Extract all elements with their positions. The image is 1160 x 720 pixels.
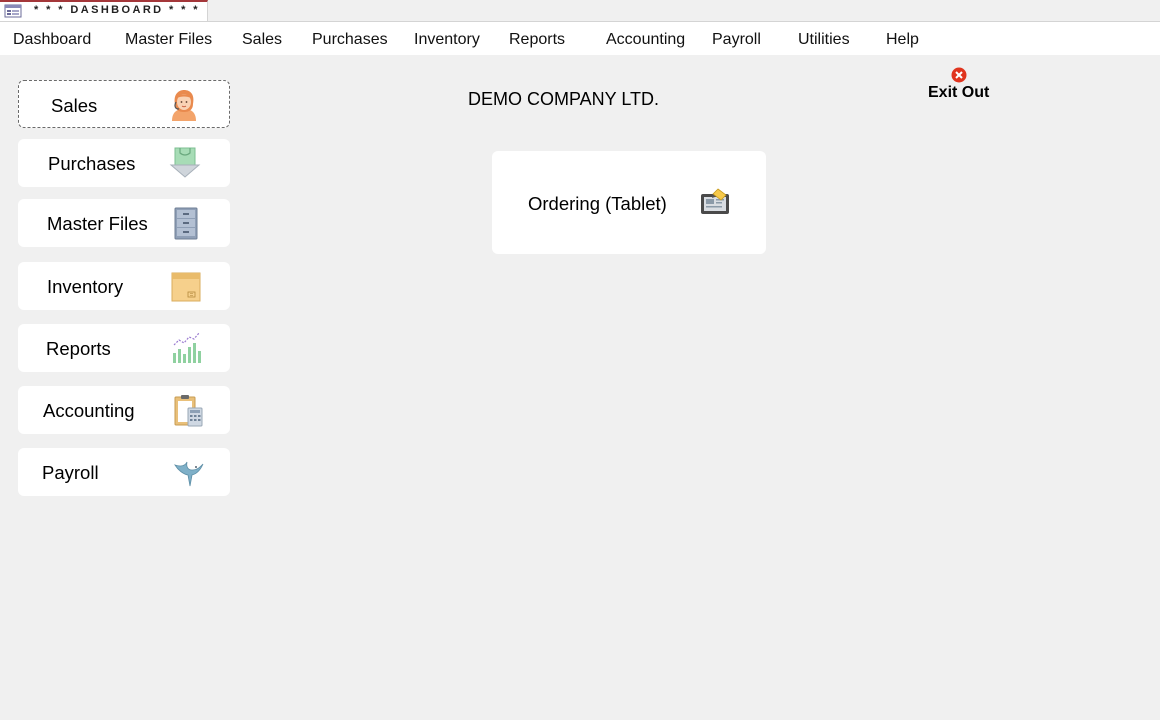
shopping-bag-icon bbox=[168, 146, 202, 180]
sidebar-button-accounting[interactable]: Accounting bbox=[18, 386, 230, 434]
sidebar-button-sales[interactable]: Sales bbox=[18, 80, 230, 128]
sidebar-button-payroll[interactable]: Payroll bbox=[18, 448, 230, 496]
sidebar-button-label: Reports bbox=[46, 338, 111, 359]
tab-strip: * * * DASHBOARD * * * bbox=[0, 0, 1160, 22]
document-tab[interactable]: * * * DASHBOARD * * * bbox=[0, 0, 208, 21]
menu-help[interactable]: Help bbox=[886, 31, 919, 49]
menu-purchases[interactable]: Purchases bbox=[312, 31, 388, 49]
sidebar-button-purchases[interactable]: Purchases bbox=[18, 139, 230, 187]
menu-reports[interactable]: Reports bbox=[509, 31, 565, 49]
saleswoman-icon bbox=[167, 88, 201, 122]
sidebar-button-label: Inventory bbox=[47, 276, 124, 297]
menu-master-files[interactable]: Master Files bbox=[125, 31, 212, 49]
ordering-tablet-button[interactable]: Ordering (Tablet) bbox=[492, 151, 766, 254]
exit-button[interactable]: Exit Out bbox=[924, 66, 998, 106]
sidebar-button-label: Purchases bbox=[48, 153, 136, 174]
close-icon bbox=[951, 67, 967, 83]
box-icon bbox=[168, 269, 202, 303]
menu-bar: Dashboard Master Files Sales Purchases I… bbox=[0, 22, 1160, 55]
document-tab-title: * * * DASHBOARD * * * bbox=[34, 4, 200, 16]
sidebar-button-label: Payroll bbox=[42, 462, 99, 483]
menu-sales[interactable]: Sales bbox=[242, 31, 282, 49]
menu-dashboard[interactable]: Dashboard bbox=[13, 31, 91, 49]
sidebar-button-reports[interactable]: Reports bbox=[18, 324, 230, 372]
bird-icon bbox=[172, 455, 206, 489]
clipboard-calculator-icon bbox=[171, 393, 205, 427]
sidebar-button-label: Sales bbox=[51, 95, 98, 116]
filing-cabinet-icon bbox=[169, 206, 203, 240]
sidebar-button-inventory[interactable]: Inventory bbox=[18, 262, 230, 310]
company-name: DEMO COMPANY LTD. bbox=[468, 89, 660, 109]
sidebar-button-label: Master Files bbox=[47, 213, 148, 234]
menu-payroll[interactable]: Payroll bbox=[712, 31, 761, 49]
ordering-label: Ordering (Tablet) bbox=[528, 193, 667, 214]
menu-accounting[interactable]: Accounting bbox=[606, 31, 685, 49]
form-icon bbox=[4, 4, 22, 18]
sidebar-button-master-files[interactable]: Master Files bbox=[18, 199, 230, 247]
exit-label: Exit Out bbox=[928, 84, 990, 101]
menu-inventory[interactable]: Inventory bbox=[414, 31, 480, 49]
menu-utilities[interactable]: Utilities bbox=[798, 31, 850, 49]
sidebar-button-label: Accounting bbox=[43, 400, 135, 421]
bar-chart-icon bbox=[169, 331, 203, 365]
tablet-icon bbox=[699, 187, 731, 217]
